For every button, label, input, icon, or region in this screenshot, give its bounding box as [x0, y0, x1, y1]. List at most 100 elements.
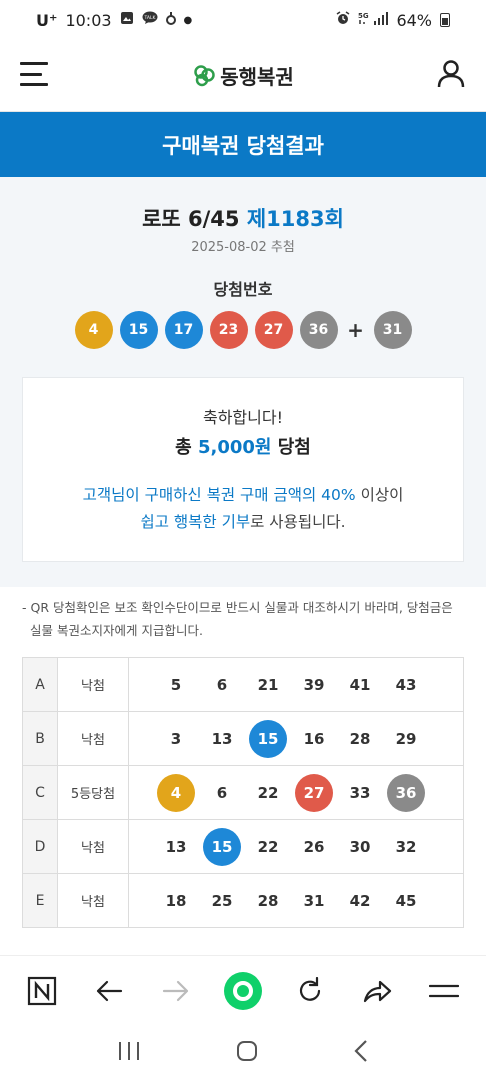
home-icon[interactable] [235, 1039, 259, 1067]
ticket-number-text: 30 [349, 837, 371, 856]
ticket-row: D 낙첨 13 15 22 26 30 32 [22, 819, 464, 874]
alarm-icon [336, 11, 350, 29]
matched-number: 36 [383, 773, 429, 812]
matched-number-chip: 36 [387, 773, 425, 812]
matched-number: 15 [245, 719, 291, 758]
status-left: U⁺ 10:03 TALK ● [36, 11, 192, 30]
battery-percent: 64% [396, 10, 432, 30]
donation-rest-1: 이상이 [360, 486, 404, 504]
more-notifications-dot: ● [183, 14, 193, 26]
talk-icon: TALK [142, 11, 158, 29]
draw-date: 2025-08-02 추첨 [191, 240, 295, 255]
back-icon[interactable] [353, 1039, 369, 1067]
browser-toolbar [0, 955, 486, 1025]
matched-number: 15 [199, 827, 245, 866]
forward-arrow-icon[interactable] [153, 968, 199, 1014]
ticket-number: 32 [383, 828, 429, 866]
qr-notice: - QR 당첨확인은 보조 확인수단이므로 반드시 실물과 대조하시기 바라며,… [22, 596, 472, 642]
ticket-number: 29 [383, 720, 429, 758]
ticket-number: 25 [199, 882, 245, 920]
ticket-result: 낙첨 [57, 657, 129, 712]
ticket-row: E 낙첨 18 25 28 31 42 45 [22, 873, 464, 928]
naver-n-icon[interactable] [19, 968, 65, 1014]
hamburger-menu-icon[interactable] [20, 62, 48, 86]
draw-round: 제1183회 [246, 207, 344, 231]
ticket-number: 26 [291, 828, 337, 866]
ticket-numbers: 18 25 28 31 42 45 [128, 873, 464, 928]
ticket-number-text: 6 [216, 675, 228, 694]
share-icon[interactable] [354, 968, 400, 1014]
ticket-result: 낙첨 [57, 711, 129, 766]
ticket-number: 39 [291, 666, 337, 704]
ticket-number: 13 [153, 828, 199, 866]
ticket-number: 28 [337, 720, 383, 758]
site-logo[interactable]: 동행복권 [192, 61, 294, 90]
bonus-plus-sign: + [347, 318, 364, 342]
site-header: 동행복권 [0, 40, 486, 112]
svg-text:TALK: TALK [143, 15, 156, 21]
recents-icon[interactable] [117, 1040, 141, 1066]
ticket-number-text: 13 [165, 837, 187, 856]
ticket-numbers: 4 6 22 27 33 36 [128, 765, 464, 820]
ticket-number-text: 31 [303, 891, 325, 910]
winning-ball: 27 [254, 311, 293, 349]
ticket-line-label: D [22, 819, 58, 874]
clover-logo-icon [194, 64, 215, 86]
status-bar: U⁺ 10:03 TALK ● 5G 64% [0, 0, 486, 40]
image-icon [120, 11, 134, 29]
ticket-numbers: 3 13 15 16 28 29 [128, 711, 464, 766]
donation-highlight-2: 쉽고 행복한 기부 [140, 513, 251, 531]
ticket-number-text: 45 [395, 891, 417, 910]
ticket-number-text: 18 [165, 891, 187, 910]
winning-ball: 4 [74, 311, 113, 349]
ticket-number: 42 [337, 882, 383, 920]
result-card: 축하합니다! 총 5,000원 당첨 고객님이 구매하신 복권 구매 금액의 4… [22, 377, 464, 562]
matched-number-chip: 15 [203, 827, 241, 866]
battery-icon [440, 13, 450, 27]
ticket-line-label: C [22, 765, 58, 820]
ticket-number-text: 22 [257, 837, 279, 856]
ticket-number-text: 25 [211, 891, 233, 910]
back-arrow-icon[interactable] [86, 968, 132, 1014]
donation-highlight-1: 고객님이 구매하신 복권 구매 금액의 40% [82, 486, 356, 504]
refresh-icon[interactable] [287, 968, 333, 1014]
draw-title: 로또 6/45 제1183회 [0, 203, 486, 233]
ticket-numbers: 5 6 21 39 41 43 [128, 657, 464, 712]
total-amount: 5,000원 [197, 437, 272, 458]
total-suffix: 당첨 [277, 437, 311, 458]
winning-numbers: 4 15 17 23 27 36 +31 [0, 311, 486, 349]
ticket-line-label: E [22, 873, 58, 928]
ticket-lines-table: A 낙첨 5 6 21 39 41 43 B 낙첨 3 13 15 16 28 29 C 5등당첨 4 6 22 27 33… [22, 657, 464, 928]
notice-line-2: 실물 복권소지자에게 지급합니다. [30, 623, 203, 638]
ticket-number: 5 [153, 666, 199, 704]
ticket-number-text: 16 [303, 729, 325, 748]
ticket-number: 22 [245, 774, 291, 812]
ticket-number-text: 43 [395, 675, 417, 694]
ticket-number-text: 33 [349, 783, 371, 802]
ticket-number-text: 5 [170, 675, 182, 694]
donation-line-1: 고객님이 구매하신 복권 구매 금액의 40% 이상이 [23, 483, 463, 505]
matched-number-chip: 27 [295, 773, 333, 812]
5g-signal-icon: 5G [358, 11, 389, 29]
winning-ball: 17 [164, 311, 203, 349]
clock: 10:03 [65, 10, 112, 30]
carrier-label: U⁺ [36, 10, 58, 30]
ticket-line-label: A [22, 657, 58, 712]
green-home-icon[interactable] [220, 968, 266, 1014]
matched-number: 4 [153, 773, 199, 812]
ticket-number: 16 [291, 720, 337, 758]
ticket-result: 낙첨 [57, 819, 129, 874]
winning-numbers-label: 당첨번호 [213, 280, 273, 299]
notice-line-1: - QR 당첨확인은 보조 확인수단이므로 반드시 실물과 대조하시기 바라며,… [22, 600, 453, 615]
donation-line-2: 쉽고 행복한 기부로 사용됩니다. [23, 510, 463, 532]
game-name: 로또 6/45 [142, 207, 240, 231]
user-icon[interactable] [436, 58, 466, 88]
menu-icon[interactable] [421, 968, 467, 1014]
ticket-result: 5등당첨 [57, 765, 129, 820]
matched-number-chip: 15 [249, 719, 287, 758]
ticket-number: 21 [245, 666, 291, 704]
total-prize: 총 5,000원 당첨 [23, 433, 463, 459]
ticket-number: 13 [199, 720, 245, 758]
ticket-number-text: 29 [395, 729, 417, 748]
ticket-number-text: 26 [303, 837, 325, 856]
